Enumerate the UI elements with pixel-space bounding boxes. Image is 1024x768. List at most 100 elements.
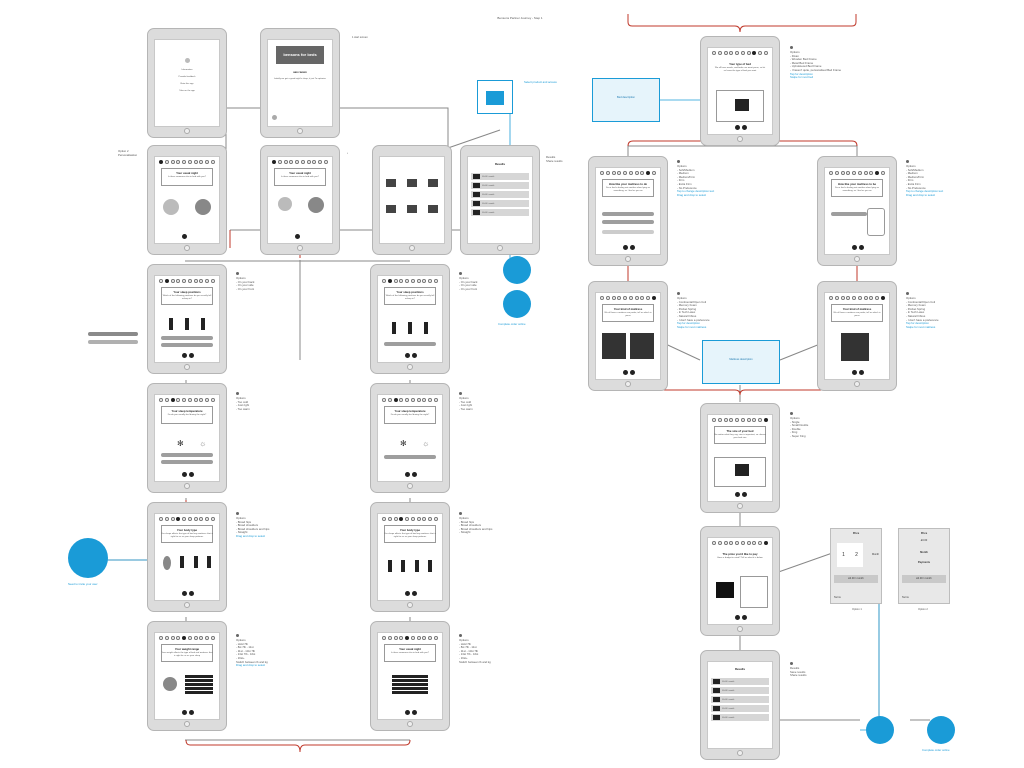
body-figures[interactable] <box>388 560 432 572</box>
feel-slider-2[interactable] <box>602 220 654 224</box>
single-circle[interactable] <box>163 199 179 215</box>
result-row[interactable]: £0.00 / month <box>711 714 769 721</box>
result-row[interactable]: £0.00 / month <box>471 209 529 216</box>
nav-arrows[interactable] <box>182 353 194 358</box>
home-button[interactable] <box>737 626 743 632</box>
nav-arrows[interactable] <box>735 492 747 497</box>
nav-arrows[interactable] <box>182 234 187 239</box>
single-circle[interactable] <box>278 197 292 211</box>
home-button[interactable] <box>407 364 413 370</box>
nav-arrows[interactable] <box>623 245 635 250</box>
result-row[interactable]: £0.00 / month <box>711 696 769 703</box>
weight-list[interactable] <box>392 675 428 694</box>
home-button[interactable] <box>184 364 190 370</box>
position-bar[interactable] <box>384 342 436 346</box>
welcome-line-2[interactable]: Provide feedback <box>161 76 213 79</box>
home-button[interactable] <box>854 381 860 387</box>
nav-arrows[interactable] <box>735 615 747 620</box>
option-pill-2[interactable] <box>88 340 138 344</box>
nav-arrows[interactable] <box>405 472 417 477</box>
home-button[interactable] <box>737 750 743 756</box>
home-button[interactable] <box>184 602 190 608</box>
home-button[interactable] <box>184 245 190 251</box>
result-row[interactable]: £0.00 / month <box>471 200 529 207</box>
home-button[interactable] <box>737 503 743 509</box>
result-row[interactable]: £0.00 / month <box>711 687 769 694</box>
tablet-temp-1: Your sleep temperature Do do you usually… <box>147 383 227 493</box>
result-row[interactable]: £0.00 / month <box>711 678 769 685</box>
welcome-line-4[interactable]: Take on the app <box>161 90 213 93</box>
home-button[interactable] <box>184 128 190 134</box>
price-stepper[interactable]: 12 <box>837 543 863 567</box>
body-options: Options - Broad hips - Broad shoulders - Br… <box>236 512 296 539</box>
nav-arrows[interactable] <box>182 710 194 715</box>
result-row[interactable]: £0.00 / month <box>471 173 529 180</box>
home-button[interactable] <box>407 721 413 727</box>
bed-description-popup: Bed description <box>592 78 660 122</box>
home-button[interactable] <box>184 721 190 727</box>
position-figures[interactable] <box>169 318 205 330</box>
globe-icon[interactable] <box>503 290 531 318</box>
home-button[interactable] <box>407 602 413 608</box>
position-figures[interactable] <box>392 322 428 334</box>
nav-arrows[interactable] <box>182 591 194 596</box>
partner-user-icon[interactable] <box>68 538 108 578</box>
tablet-mattress-feel-2: How like your mattress to be Do or find … <box>817 156 897 266</box>
home-button[interactable] <box>407 483 413 489</box>
start-button[interactable] <box>272 115 277 120</box>
home-button[interactable] <box>737 136 743 142</box>
size-preview[interactable] <box>714 457 766 487</box>
grid-row-1[interactable] <box>386 179 438 187</box>
option-pill-1[interactable] <box>88 332 138 336</box>
temp-slider[interactable] <box>161 453 213 457</box>
home-button[interactable] <box>497 245 503 251</box>
nav-arrows[interactable] <box>852 245 864 250</box>
feel-slider[interactable] <box>602 212 654 216</box>
position-bar-1[interactable] <box>161 336 213 340</box>
nav-arrows[interactable] <box>295 234 300 239</box>
tablet-mattress-feel-1: How like your mattress to do Do or find … <box>588 156 668 266</box>
nav-arrows[interactable] <box>623 370 635 375</box>
result-row[interactable]: £0.00 / month <box>471 182 529 189</box>
product-select-frame[interactable] <box>477 80 513 114</box>
home-button[interactable] <box>625 256 631 262</box>
nav-arrows[interactable] <box>852 370 864 375</box>
home-button[interactable] <box>409 245 415 251</box>
nav-arrows[interactable] <box>405 591 417 596</box>
welcome-line-1: Information <box>181 69 193 71</box>
home-button[interactable] <box>297 245 303 251</box>
result-row[interactable]: £0.00 / month <box>711 705 769 712</box>
mattress-option-1[interactable] <box>602 333 626 359</box>
body-figures[interactable] <box>163 556 211 570</box>
weight-dial[interactable] <box>163 677 177 691</box>
bed-preview[interactable] <box>716 90 764 122</box>
tablet-bed-type: Your type of bed We all have needs, and … <box>700 36 780 146</box>
price-picker[interactable] <box>740 576 768 608</box>
snowflake-icon: ✻ <box>400 439 407 448</box>
result-row[interactable]: £0.00 / month <box>471 191 529 198</box>
home-button[interactable] <box>184 483 190 489</box>
bed-type-title: Your type of bed <box>729 62 751 66</box>
cart-icon-2[interactable] <box>866 716 894 744</box>
feel-dial[interactable] <box>867 208 885 236</box>
home-button[interactable] <box>625 381 631 387</box>
home-button[interactable] <box>297 128 303 134</box>
temp-slider-2[interactable] <box>161 460 213 464</box>
globe-icon-2[interactable] <box>927 716 955 744</box>
welcome-line-3[interactable]: Rate this app <box>161 83 213 86</box>
mattress-option-2[interactable] <box>630 333 654 359</box>
temp-slider[interactable] <box>384 455 436 459</box>
grid-row-2[interactable] <box>386 205 438 213</box>
mattress-option[interactable] <box>841 333 869 361</box>
weight-list[interactable] <box>185 675 213 694</box>
nav-arrows[interactable] <box>182 472 194 477</box>
nav-arrows[interactable] <box>405 353 417 358</box>
home-button[interactable] <box>854 256 860 262</box>
position-bar-2[interactable] <box>161 343 213 347</box>
double-circle[interactable] <box>308 197 324 213</box>
nav-arrows[interactable] <box>405 710 417 715</box>
complete-order-note: Complete order online <box>498 322 526 326</box>
feel-slider[interactable] <box>831 212 867 216</box>
double-circle[interactable] <box>195 199 211 215</box>
nav-arrows[interactable] <box>735 125 747 130</box>
